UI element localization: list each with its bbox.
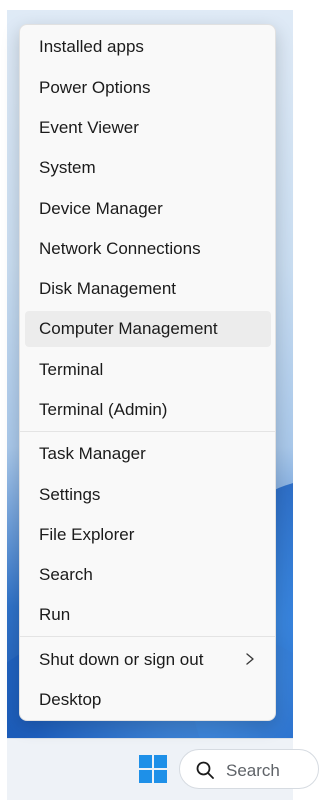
menu-item-label: Terminal — [39, 360, 104, 379]
menu-item-disk-management[interactable]: Disk Management — [25, 271, 271, 307]
menu-item-label: Power Options — [39, 78, 151, 97]
taskbar-search-box[interactable]: Search — [179, 749, 319, 789]
menu-item-label: Computer Management — [39, 319, 218, 338]
menu-item-desktop[interactable]: Desktop — [25, 682, 271, 718]
menu-item-label: Device Manager — [39, 199, 163, 218]
menu-item-label: Network Connections — [39, 239, 201, 258]
menu-item-run[interactable]: Run — [25, 597, 271, 633]
menu-item-label: Event Viewer — [39, 118, 139, 137]
menu-item-network-connections[interactable]: Network Connections — [25, 231, 271, 267]
menu-item-power-options[interactable]: Power Options — [25, 70, 271, 106]
menu-item-system[interactable]: System — [25, 150, 271, 186]
taskbar: Search — [7, 738, 319, 800]
menu-item-label: File Explorer — [39, 525, 135, 544]
menu-item-label: Run — [39, 605, 71, 624]
menu-item-terminal[interactable]: Terminal — [25, 352, 271, 388]
chevron-right-icon — [246, 653, 254, 665]
menu-item-computer-management[interactable]: Computer Management — [25, 311, 271, 347]
menu-item-label: Terminal (Admin) — [39, 400, 168, 419]
menu-item-label: Task Manager — [39, 444, 146, 463]
menu-separator — [20, 431, 275, 432]
search-icon — [196, 761, 214, 779]
menu-item-installed-apps[interactable]: Installed apps — [25, 29, 271, 65]
menu-item-label: Settings — [39, 485, 101, 504]
menu-item-shut-down-or-sign-out[interactable]: Shut down or sign out — [25, 642, 271, 678]
menu-item-terminal-admin[interactable]: Terminal (Admin) — [25, 392, 271, 428]
menu-item-label: Search — [39, 565, 93, 584]
menu-item-label: Installed apps — [39, 37, 144, 56]
menu-item-settings[interactable]: Settings — [25, 477, 271, 513]
winx-context-menu: Installed apps Power Options Event Viewe… — [19, 24, 276, 721]
search-label: Search — [226, 761, 280, 780]
windows-logo-icon — [139, 755, 167, 783]
menu-item-label: System — [39, 158, 96, 177]
start-button[interactable] — [135, 751, 171, 787]
menu-separator — [20, 636, 275, 637]
menu-item-task-manager[interactable]: Task Manager — [25, 436, 271, 472]
menu-item-device-manager[interactable]: Device Manager — [25, 191, 271, 227]
menu-item-label: Desktop — [39, 690, 102, 709]
menu-item-label: Shut down or sign out — [39, 650, 204, 669]
menu-item-search[interactable]: Search — [25, 557, 271, 593]
menu-item-file-explorer[interactable]: File Explorer — [25, 517, 271, 553]
menu-item-label: Disk Management — [39, 279, 177, 298]
menu-item-event-viewer[interactable]: Event Viewer — [25, 110, 271, 146]
